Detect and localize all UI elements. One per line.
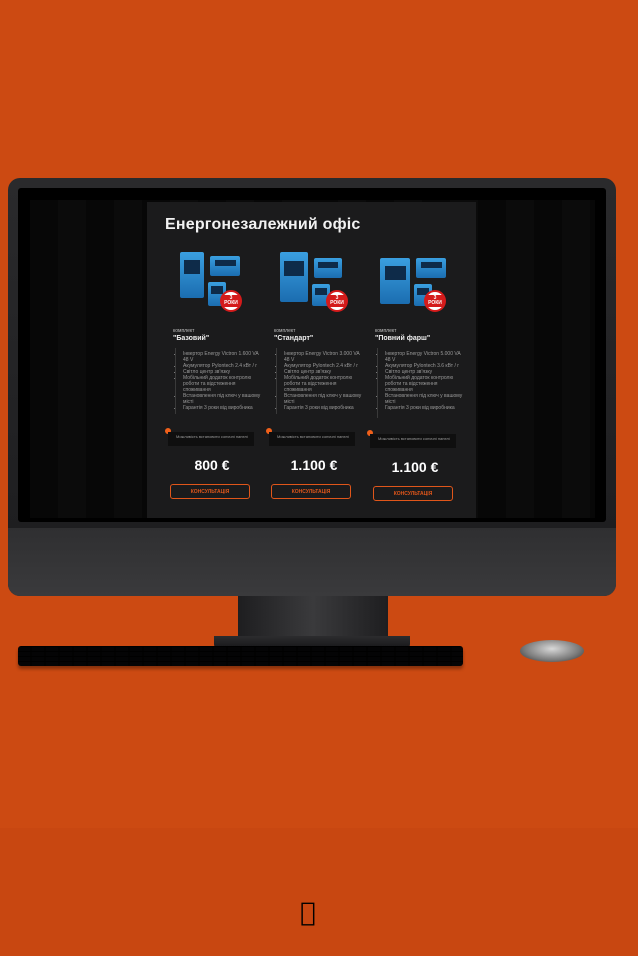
feature-item: Мобільний додаток контролю роботи та від… <box>183 375 261 393</box>
feature-item: Гарантія 3 роки від виробника <box>385 405 463 411</box>
apple-logo-icon:  <box>300 900 316 926</box>
inverter-image <box>380 258 410 304</box>
feature-list: Інвертор Energy Victron 1.600 VA 48 V Ак… <box>175 351 261 411</box>
product-image: 3 РОКИ <box>374 252 474 314</box>
feature-item: Інвертор Energy Victron 5.000 VA 48 V <box>385 351 463 363</box>
inverter-image <box>180 252 204 298</box>
mouse <box>520 640 584 662</box>
plan-kind: комплект <box>375 328 397 334</box>
warranty-badge-icon: 3 РОКИ <box>326 290 348 312</box>
product-image: 3 РОКИ <box>272 252 372 314</box>
product-image: 3 РОКИ <box>170 252 270 314</box>
feature-list: Інвертор Energy Victron 3.000 VA 48 V Ак… <box>276 351 362 411</box>
solar-option[interactable]: Можливість встановити сонячні панелі <box>168 432 254 446</box>
warranty-badge-icon: 3 РОКИ <box>220 290 242 312</box>
plan-kind: комплект <box>274 328 296 334</box>
plan-card-basic: 3 РОКИ <box>170 252 270 314</box>
feature-item: Інвертор Energy Victron 3.000 VA 48 V <box>284 351 362 363</box>
charger-image <box>416 258 446 278</box>
feature-item: Встановлення під ключ у вашому місті <box>183 393 261 405</box>
charger-image <box>210 256 240 276</box>
charger-image <box>314 258 342 278</box>
plan-price: 1.100 € <box>391 459 439 475</box>
feature-item: Мобільний додаток контролю роботи та від… <box>385 375 463 393</box>
warranty-badge-icon: 3 РОКИ <box>424 290 446 312</box>
consultation-button[interactable]: КОНСУЛЬТАЦІЯ <box>373 486 453 501</box>
feature-list: Інвертор Energy Victron 5.000 VA 48 V Ак… <box>377 351 463 411</box>
plan-name: "Стандарт" <box>274 335 314 342</box>
feature-item: Мобільний додаток контролю роботи та від… <box>284 375 362 393</box>
feature-item: Гарантія 3 роки від виробника <box>183 405 261 411</box>
feature-item: Встановлення під ключ у вашому місті <box>284 393 362 405</box>
monitor-chin:  <box>8 528 616 926</box>
feature-item: Встановлення під ключ у вашому місті <box>385 393 463 405</box>
consultation-button[interactable]: КОНСУЛЬТАЦІЯ <box>271 484 351 499</box>
plan-card-full: 3 РОКИ <box>374 252 474 314</box>
inverter-image <box>280 252 308 302</box>
keyboard <box>18 646 463 666</box>
plan-price: 800 € <box>194 457 230 473</box>
plan-name: "Базовий" <box>173 335 210 342</box>
feature-item: Гарантія 3 роки від виробника <box>284 405 362 411</box>
plan-name: "Повний фарш" <box>375 335 431 342</box>
solar-option[interactable]: Можливість встановити сонячні панелі <box>269 432 355 446</box>
section-title: Енергонезалежний офіс <box>165 216 361 233</box>
feature-item: Інвертор Energy Victron 1.600 VA 48 V <box>183 351 261 363</box>
solar-option[interactable]: Можливість встановити сонячні панелі <box>370 434 456 448</box>
plan-card-standard: 3 РОКИ <box>272 252 372 314</box>
consultation-button[interactable]: КОНСУЛЬТАЦІЯ <box>170 484 250 499</box>
plan-kind: комплект <box>173 328 195 334</box>
background-floor <box>0 828 638 956</box>
plan-price: 1.100 € <box>290 457 338 473</box>
monitor-stand <box>238 596 388 640</box>
